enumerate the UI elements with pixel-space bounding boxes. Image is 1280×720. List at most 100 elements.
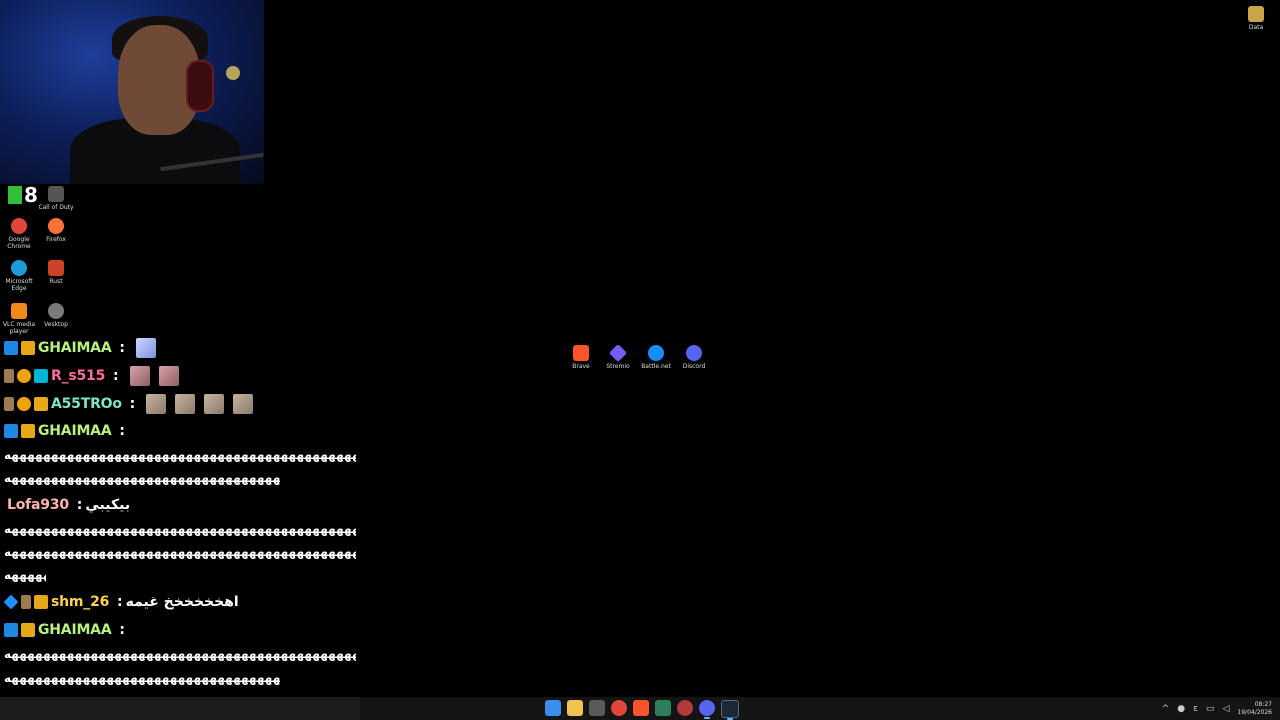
folder-icon [1248, 6, 1264, 22]
chat-username: GHAIMAA [38, 423, 112, 439]
microphone-icon[interactable]: ● [1177, 704, 1185, 714]
number-one-badge-icon [17, 369, 31, 383]
chat-username: Lofa930 [7, 497, 69, 513]
chat-separator: : [71, 497, 83, 513]
emote-icon [233, 394, 254, 414]
emote-icon [204, 394, 225, 414]
kick-logo-icon [8, 186, 22, 204]
chat-message-text: اهخخخخخخ غيمه [125, 594, 239, 610]
volume-icon[interactable]: ◁ [1222, 704, 1229, 714]
chat-message-text: هههههههههههههههههههههههههههههههههههههههه… [4, 448, 356, 462]
chat-separator: : [114, 340, 125, 356]
network-icon[interactable]: ▭ [1206, 704, 1215, 714]
clock-date: 19/04/2026 [1237, 708, 1272, 716]
emote-icon [146, 394, 167, 414]
desktop-icon-chrome[interactable]: Google Chrome [0, 218, 39, 250]
chat-separator: : [124, 396, 136, 412]
webcam-overlay [0, 0, 264, 184]
microphone [226, 66, 240, 80]
crown-badge-icon [21, 623, 35, 637]
brave-icon[interactable] [633, 700, 649, 716]
chat-separator: : [114, 423, 125, 439]
hype-badge-icon [34, 369, 48, 383]
chat-message-text: بيكيبي [85, 497, 131, 513]
desktop-icon-label: Rust [49, 278, 63, 285]
chat-message: Lofa930 : بيكيبي [4, 497, 130, 513]
steam-icon[interactable] [721, 700, 739, 720]
chat-message-text: هههههههههههههههههههههههههههههههههههههههه… [4, 522, 356, 536]
cup-badge-icon [4, 397, 14, 411]
viewer-badge: 8 [8, 183, 38, 207]
clock-time: 08:27 [1254, 700, 1272, 708]
desktop-icon-stremio[interactable]: Stremio [598, 343, 638, 370]
desktop-icon-label: Data [1248, 24, 1264, 31]
emote-icon [158, 366, 179, 386]
crown-badge-icon [21, 341, 35, 355]
language-indicator-icon[interactable]: ε [1193, 704, 1198, 714]
chat-message: GHAIMAA : [4, 338, 156, 358]
chat-message: shm_26 : اهخخخخخخ غيمه [3, 594, 239, 610]
clock[interactable]: 08:27 19/04/2026 [1237, 701, 1272, 717]
chat-message: GHAIMAA : [4, 423, 125, 439]
chat-separator: : [114, 622, 125, 638]
desktop-icon-label: Google Chrome [7, 236, 31, 250]
crown-badge-icon [21, 424, 35, 438]
chat-message-text: هههههههههههههههههههههههههههههههههههههههه… [4, 671, 280, 685]
desktop-icon-label: Call of Duty [38, 204, 74, 211]
cup-badge-icon [4, 369, 14, 383]
desktop-icon-label: Vesktop [44, 321, 68, 328]
desktop-icon-label: Microsoft Edge [5, 278, 33, 292]
chat-username: A55TROo [51, 396, 122, 412]
number-one-badge-icon [17, 397, 31, 411]
desktop-icon-label: Discord [682, 363, 706, 370]
desktop-icon-label: Firefox [46, 236, 66, 243]
desktop-icon-label: VLC media player [2, 321, 36, 335]
taskbar: ^ ● ε ▭ ◁ 08:27 19/04/2026 [0, 697, 1280, 720]
desktop-icon-edge[interactable]: Microsoft Edge [0, 260, 39, 292]
crown-badge-icon [34, 595, 48, 609]
windows-start-icon[interactable] [545, 700, 561, 716]
chat-username: shm_26 [51, 594, 110, 610]
app-icon[interactable] [655, 700, 671, 716]
taskbar-app-icons [545, 700, 739, 720]
vesktop-icon [48, 303, 64, 319]
vlc-icon [11, 303, 27, 319]
emote-icon [129, 366, 150, 386]
chat-message-text: هههههههههههههههههههههههههههههههههههههههه… [4, 647, 356, 661]
discord-icon[interactable] [699, 700, 715, 719]
chat-message: GHAIMAA : [4, 622, 125, 638]
stremio-icon [608, 343, 628, 363]
desktop-icon-vesktop[interactable]: Vesktop [36, 303, 76, 328]
microsoft-store-icon[interactable] [589, 700, 605, 716]
edge-icon [11, 260, 27, 276]
chat-separator: : [108, 368, 119, 384]
discord-icon [686, 345, 702, 361]
chrome-icon[interactable] [611, 700, 627, 716]
desktop-icon-data[interactable]: Data [1236, 6, 1276, 31]
desktop-icon-vlc[interactable]: VLC media player [0, 303, 39, 335]
desktop-icon-discord[interactable]: Discord [674, 345, 714, 370]
desktop-icon-brave[interactable]: Brave [561, 345, 601, 370]
pickaxe-badge-icon [4, 341, 18, 355]
file-explorer-icon[interactable] [567, 700, 583, 716]
desktop-icon-label: Stremio [606, 363, 630, 370]
desktop-icon-battlenet[interactable]: Battle.net [636, 345, 676, 370]
chat-username: GHAIMAA [38, 622, 112, 638]
cup-badge-icon [21, 595, 31, 609]
chrome-icon [11, 218, 27, 234]
chat-message: R_s515 : [4, 366, 179, 386]
system-tray: ^ ● ε ▭ ◁ 08:27 19/04/2026 [1162, 697, 1272, 720]
crown-badge-icon [34, 397, 48, 411]
chat-message-text: هههههههههههههههههههههههههههههههههههههههه… [4, 545, 356, 559]
battlenet-icon [648, 345, 664, 361]
cube-badge-icon [3, 594, 19, 610]
desktop-icon-rust[interactable]: Rust [36, 260, 76, 285]
brave-icon [573, 345, 589, 361]
desktop-icon-call-of-duty[interactable]: Call of Duty [36, 186, 76, 211]
desktop-icon-label: Brave [572, 363, 590, 370]
taskbar-left-region [0, 697, 360, 720]
chevron-up-icon[interactable]: ^ [1162, 704, 1170, 714]
desktop-icon-firefox[interactable]: Firefox [36, 218, 76, 243]
emote-icon [175, 394, 196, 414]
app-icon[interactable] [677, 700, 693, 716]
